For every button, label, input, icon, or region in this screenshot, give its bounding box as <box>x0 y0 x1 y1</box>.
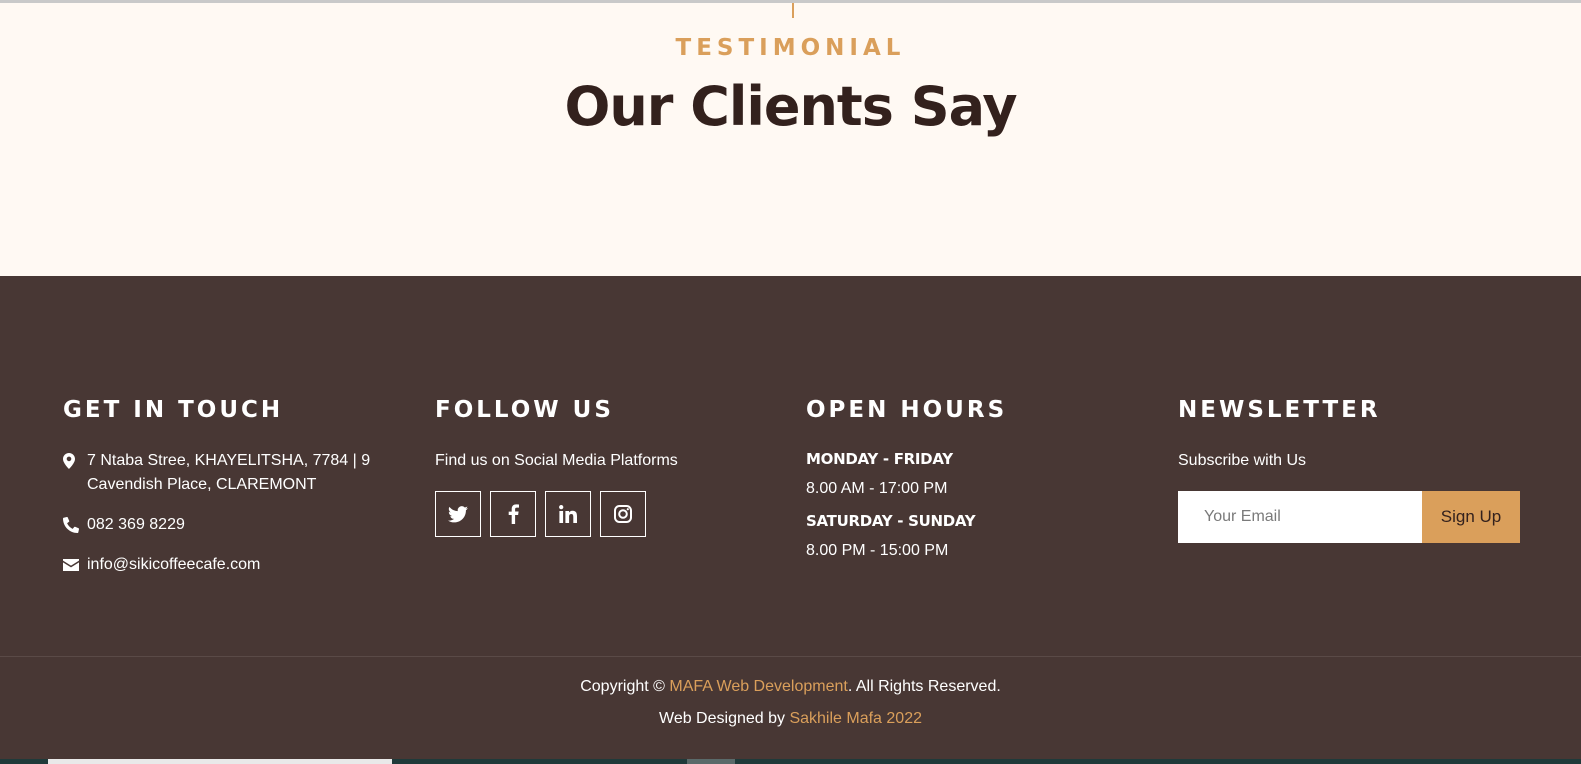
weekend-time: 8.00 PM - 15:00 PM <box>806 542 949 559</box>
designer-link[interactable]: Sakhile Mafa 2022 <box>789 710 922 727</box>
footer-divider <box>0 656 1581 657</box>
copyright-line: Copyright © MAFA Web Development. All Ri… <box>0 676 1581 698</box>
weekday-time: 8.00 AM - 17:00 PM <box>806 480 948 497</box>
footer: GET IN TOUCH 7 Ntaba Stree, KHAYELITSHA,… <box>0 276 1581 764</box>
contact-column: GET IN TOUCH 7 Ntaba Stree, KHAYELITSHA,… <box>63 397 403 593</box>
designed-by-line: Web Designed by Sakhile Mafa 2022 <box>0 708 1581 730</box>
newsletter-heading: NEWSLETTER <box>1178 397 1381 423</box>
bottom-strip-mid <box>687 759 735 764</box>
divider-tick <box>792 3 794 18</box>
phone-icon <box>63 513 81 537</box>
sign-up-button[interactable]: Sign Up <box>1422 491 1520 543</box>
facebook-button[interactable] <box>490 491 536 537</box>
social-links <box>435 491 775 537</box>
weekday-label: MONDAY - FRIDAY <box>806 450 953 468</box>
follow-text: Find us on Social Media Platforms <box>435 452 678 469</box>
section-eyebrow: TESTIMONIAL <box>675 35 906 61</box>
company-link[interactable]: MAFA Web Development <box>669 678 847 695</box>
bottom-strip-light <box>48 759 392 764</box>
envelope-icon <box>63 553 81 577</box>
testimonial-section: TESTIMONIAL Our Clients Say <box>0 3 1581 276</box>
section-title: Our Clients Say <box>564 75 1017 138</box>
facebook-icon <box>508 504 519 524</box>
newsletter-form: Sign Up <box>1178 491 1520 543</box>
hours-column: OPEN HOURS MONDAY - FRIDAY 8.00 AM - 17:… <box>806 397 1146 573</box>
linkedin-button[interactable] <box>545 491 591 537</box>
email-text: info@sikicoffeecafe.com <box>87 556 261 573</box>
address-text: 7 Ntaba Stree, KHAYELITSHA, 7784 | 9 Cav… <box>87 452 371 493</box>
address-row: 7 Ntaba Stree, KHAYELITSHA, 7784 | 9 Cav… <box>63 449 403 497</box>
follow-column: FOLLOW US Find us on Social Media Platfo… <box>435 397 775 537</box>
instagram-button[interactable] <box>600 491 646 537</box>
follow-heading: FOLLOW US <box>435 397 614 423</box>
hours-heading: OPEN HOURS <box>806 397 1008 423</box>
bottom-strip <box>0 759 1581 764</box>
designed-prefix: Web Designed by <box>659 710 790 727</box>
newsletter-email-input[interactable] <box>1178 491 1422 543</box>
newsletter-column: NEWSLETTER Subscribe with Us Sign Up <box>1178 397 1523 543</box>
copyright-prefix: Copyright © <box>580 678 670 695</box>
map-marker-icon <box>63 449 81 473</box>
twitter-icon <box>448 505 468 522</box>
newsletter-text: Subscribe with Us <box>1178 452 1307 469</box>
weekend-label: SATURDAY - SUNDAY <box>806 512 976 530</box>
email-row: info@sikicoffeecafe.com <box>63 553 403 577</box>
contact-heading: GET IN TOUCH <box>63 397 284 423</box>
linkedin-icon <box>559 505 577 523</box>
twitter-button[interactable] <box>435 491 481 537</box>
phone-row: 082 369 8229 <box>63 513 403 537</box>
phone-text: 082 369 8229 <box>87 516 185 533</box>
copyright-suffix: . All Rights Reserved. <box>847 678 1001 695</box>
instagram-icon <box>614 505 632 523</box>
